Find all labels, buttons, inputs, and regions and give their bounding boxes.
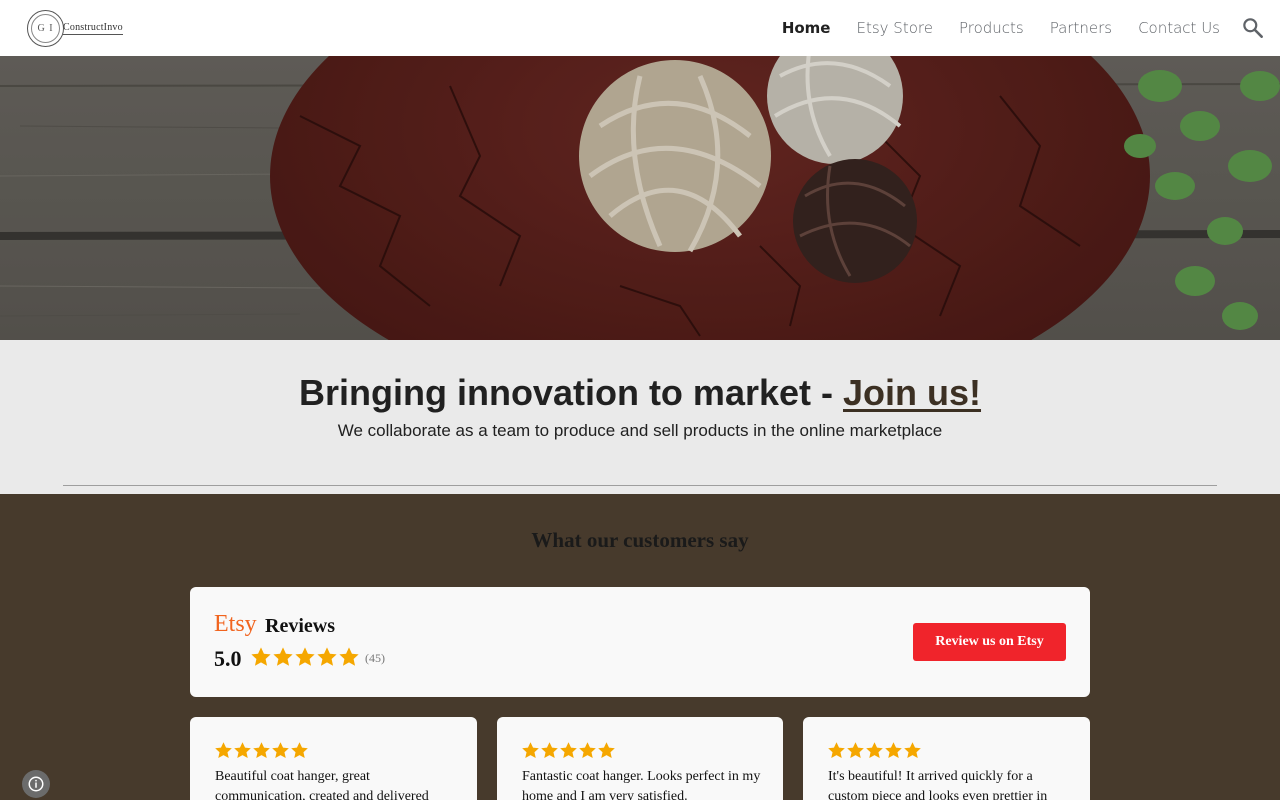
nav-home[interactable]: Home <box>782 19 831 37</box>
star-icon <box>273 647 293 666</box>
star-icon <box>253 742 270 759</box>
star-icon <box>339 647 359 666</box>
review-text: Beautiful coat hanger, great communicati… <box>215 769 429 800</box>
site-header: G I ConstructInvo Home Etsy Store Produc… <box>0 0 1280 56</box>
star-icon <box>579 742 596 759</box>
review-stars <box>521 741 616 760</box>
review-stars <box>827 741 922 760</box>
main-nav: Home Etsy Store Products Partners Contac… <box>756 0 1220 56</box>
rating-stars <box>250 646 360 668</box>
star-icon <box>847 742 864 759</box>
hero-image <box>0 56 1280 340</box>
star-icon <box>272 742 289 759</box>
star-icon <box>291 742 308 759</box>
nav-products[interactable]: Products <box>959 19 1024 37</box>
etsy-logo: Etsy <box>214 611 257 637</box>
reviews-title: What our customers say <box>531 528 749 552</box>
info-icon[interactable] <box>22 770 50 798</box>
nav-partners[interactable]: Partners <box>1050 19 1112 37</box>
nav-contact-us[interactable]: Contact Us <box>1138 19 1220 37</box>
reviews-label: Reviews <box>265 615 335 637</box>
star-icon <box>251 647 271 666</box>
review-on-etsy-button[interactable]: Review us on Etsy <box>913 623 1066 661</box>
rating-value: 5.0 <box>214 646 242 671</box>
review-count: (45) <box>365 651 385 665</box>
star-icon <box>885 742 902 759</box>
headline-text: Bringing innovation to market - <box>298 372 843 413</box>
star-icon <box>295 647 315 666</box>
section-divider <box>63 485 1217 486</box>
star-icon <box>234 742 251 759</box>
review-text: It's beautiful! It arrived quickly for a… <box>828 769 1048 800</box>
star-icon <box>541 742 558 759</box>
logo-monogram: G I <box>27 9 64 47</box>
review-stars <box>214 741 309 760</box>
review-card: Fantastic coat hanger. Looks perfect in … <box>497 717 783 800</box>
star-icon <box>560 742 577 759</box>
star-icon <box>866 742 883 759</box>
star-icon <box>904 742 921 759</box>
page-headline: Bringing innovation to market - Join us! <box>0 372 1280 414</box>
review-card: It's beautiful! It arrived quickly for a… <box>803 717 1090 800</box>
join-us-link[interactable]: Join us! <box>843 372 981 413</box>
tagline-section <box>0 340 1280 494</box>
logo-wordmark: ConstructInvo <box>63 21 123 35</box>
star-icon <box>215 742 232 759</box>
star-icon <box>317 647 337 666</box>
star-icon <box>522 742 539 759</box>
page-subheadline: We collaborate as a team to produce and … <box>337 421 943 440</box>
nav-etsy-store[interactable]: Etsy Store <box>856 19 932 37</box>
review-text: Fantastic coat hanger. Looks perfect in … <box>522 769 761 800</box>
search-icon[interactable] <box>1240 15 1266 41</box>
star-icon <box>828 742 845 759</box>
site-logo[interactable]: G I ConstructInvo <box>27 8 142 48</box>
star-icon <box>598 742 615 759</box>
review-card: Beautiful coat hanger, great communicati… <box>190 717 477 800</box>
